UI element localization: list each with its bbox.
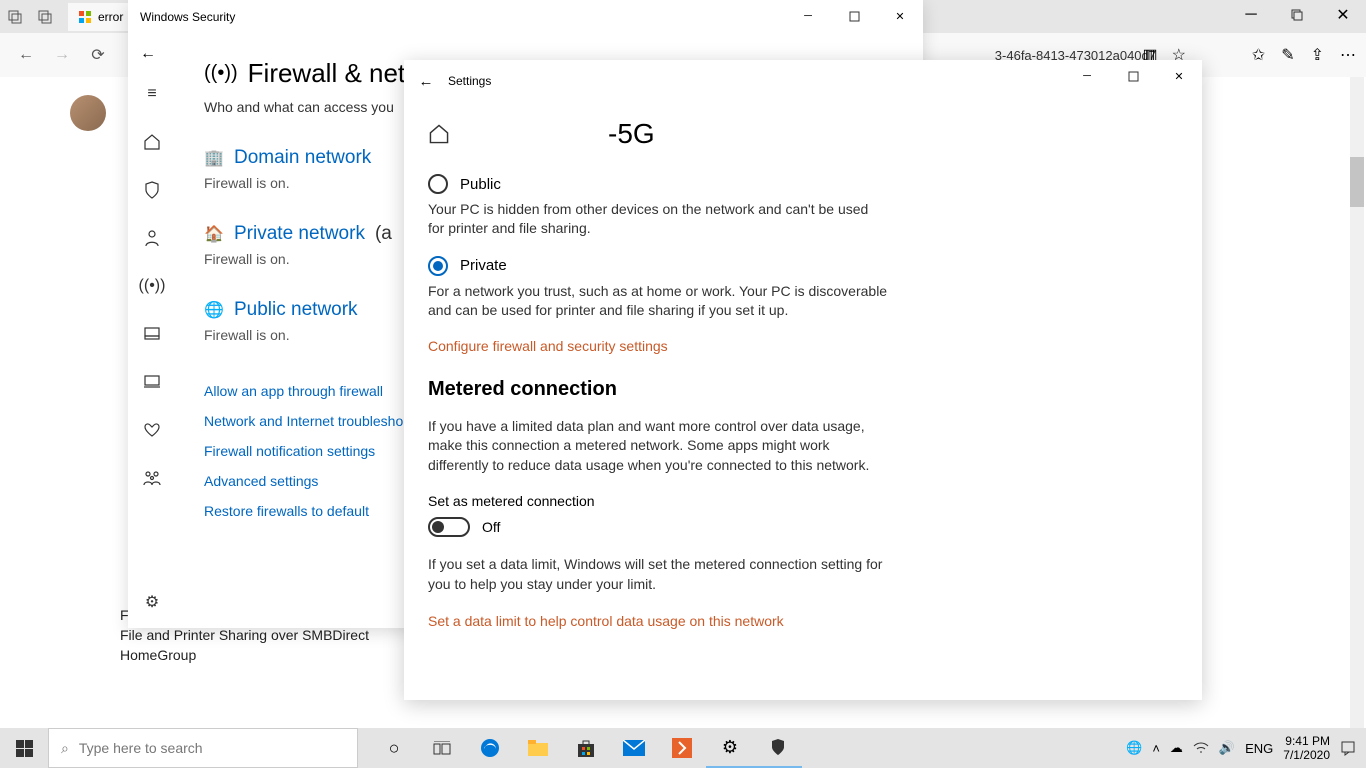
shield-icon[interactable] — [142, 180, 162, 200]
settings-title: Settings — [448, 74, 491, 88]
share-icon[interactable]: ⇪ — [1311, 45, 1324, 65]
sec-close[interactable]: ✕ — [877, 0, 923, 32]
clock[interactable]: 9:41 PM 7/1/2020 — [1283, 734, 1330, 763]
metered-toggle[interactable] — [428, 517, 470, 537]
radio-icon[interactable] — [428, 256, 448, 276]
start-button[interactable] — [0, 728, 48, 768]
domain-network-icon: 🏢 — [204, 148, 224, 168]
account-icon[interactable] — [142, 228, 162, 248]
time: 9:41 PM — [1283, 734, 1330, 748]
browser-maximize[interactable] — [1274, 0, 1320, 30]
browser-close[interactable]: ✕ — [1320, 0, 1366, 30]
health-icon[interactable] — [142, 420, 162, 440]
sec-back-icon[interactable]: ← — [136, 42, 160, 66]
toggle-label: Set as metered connection — [428, 493, 1178, 509]
tab-title: error — [98, 10, 123, 24]
settings-window: ← Settings ─ ✕ -5G Public Your PC is hid… — [404, 60, 1202, 700]
help-icon[interactable]: 🌐 — [1126, 740, 1142, 756]
more-icon[interactable]: ⋯ — [1340, 45, 1356, 65]
app-icon-orange[interactable] — [658, 728, 706, 768]
security-titlebar[interactable]: Windows Security ─ ✕ — [128, 0, 923, 34]
pen-icon[interactable]: ✎ — [1281, 45, 1294, 65]
set-close[interactable]: ✕ — [1156, 60, 1202, 92]
search-placeholder: Type here to search — [79, 740, 203, 756]
settings-titlebar[interactable]: ← Settings ─ ✕ — [404, 60, 1202, 102]
metered-desc: If you have a limited data plan and want… — [428, 417, 888, 476]
security-title: Windows Security — [140, 10, 235, 24]
search-icon: ⌕ — [61, 740, 69, 757]
configure-firewall-link[interactable]: Configure firewall and security settings — [428, 338, 1178, 354]
bg-line: File and Printer Sharing over SMBDirect — [120, 627, 369, 643]
bg-line: HomeGroup — [120, 647, 196, 663]
sec-minimize[interactable]: ─ — [785, 0, 831, 32]
search-input[interactable]: ⌕ Type here to search — [48, 728, 358, 768]
private-desc: For a network you trust, such as at home… — [428, 282, 888, 320]
volume-icon[interactable]: 🔊 — [1219, 740, 1235, 756]
settings-back-icon[interactable]: ← — [404, 73, 448, 90]
radio-private-label: Private — [460, 257, 507, 274]
nav-forward-icon[interactable]: → — [46, 39, 78, 71]
private-network-link[interactable]: Private network — [234, 223, 365, 245]
security-taskbar-icon[interactable] — [754, 728, 802, 768]
taskview-icon[interactable] — [418, 728, 466, 768]
edge-icon[interactable] — [466, 728, 514, 768]
active-suffix: (a — [375, 223, 392, 245]
fav-icon[interactable]: ✩ — [1252, 45, 1265, 65]
data-limit-link[interactable]: Set a data limit to help control data us… — [428, 613, 1178, 629]
nav-back-icon[interactable]: ← — [10, 39, 42, 71]
family-icon[interactable] — [142, 468, 162, 488]
device-icon[interactable] — [142, 372, 162, 392]
settings-icon[interactable]: ⚙ — [142, 592, 162, 612]
radio-icon[interactable] — [428, 174, 448, 194]
toggle-state: Off — [482, 519, 500, 535]
domain-network-link[interactable]: Domain network — [234, 147, 371, 169]
store-icon[interactable] — [562, 728, 610, 768]
set-maximize[interactable] — [1110, 60, 1156, 92]
security-sidebar: ≡ ((•)) ⚙ — [128, 34, 176, 628]
mail-icon[interactable] — [610, 728, 658, 768]
cortana-icon[interactable]: ○ — [370, 728, 418, 768]
radio-public-label: Public — [460, 176, 501, 193]
explorer-icon[interactable] — [514, 728, 562, 768]
home-icon[interactable] — [142, 132, 162, 152]
settings-home-icon[interactable] — [428, 123, 450, 145]
hamburger-icon[interactable]: ≡ — [142, 84, 162, 104]
public-network-icon: 🌐 — [204, 300, 224, 320]
limit-desc: If you set a data limit, Windows will se… — [428, 555, 888, 594]
tabs-icon[interactable] — [4, 6, 26, 28]
scrollbar[interactable] — [1350, 77, 1364, 728]
page-title: Firewall & net — [248, 58, 406, 89]
private-network-icon: 🏠 — [204, 224, 224, 244]
date: 7/1/2020 — [1283, 748, 1330, 762]
settings-taskbar-icon[interactable]: ⚙ — [706, 728, 754, 768]
firewall-icon[interactable]: ((•)) — [142, 276, 162, 296]
onedrive-icon[interactable]: ☁ — [1170, 740, 1183, 756]
network-name: -5G — [608, 118, 655, 150]
network-tray-icon[interactable] — [1193, 742, 1209, 754]
app-icon[interactable] — [142, 324, 162, 344]
sec-maximize[interactable] — [831, 0, 877, 32]
nav-refresh-icon[interactable]: ⟳ — [82, 39, 114, 71]
radio-public[interactable]: Public — [428, 174, 1178, 194]
avatar — [70, 95, 106, 131]
notifications-icon[interactable] — [1340, 740, 1356, 756]
set-minimize[interactable]: ─ — [1064, 60, 1110, 92]
taskbar: ⌕ Type here to search ○ ⚙ 🌐 ˄ ☁ 🔊 ENG 9:… — [0, 728, 1366, 768]
public-desc: Your PC is hidden from other devices on … — [428, 200, 888, 238]
radio-private[interactable]: Private — [428, 256, 1178, 276]
metered-heading: Metered connection — [428, 378, 1178, 401]
language-indicator[interactable]: ENG — [1245, 741, 1273, 756]
public-network-link[interactable]: Public network — [234, 299, 358, 321]
browser-tab[interactable]: error — [68, 3, 133, 31]
chevron-up-icon[interactable]: ˄ — [1152, 741, 1160, 756]
tabs-icon-2[interactable] — [34, 6, 56, 28]
browser-minimize[interactable]: ─ — [1228, 0, 1274, 30]
broadcast-icon: ((•)) — [204, 62, 238, 85]
